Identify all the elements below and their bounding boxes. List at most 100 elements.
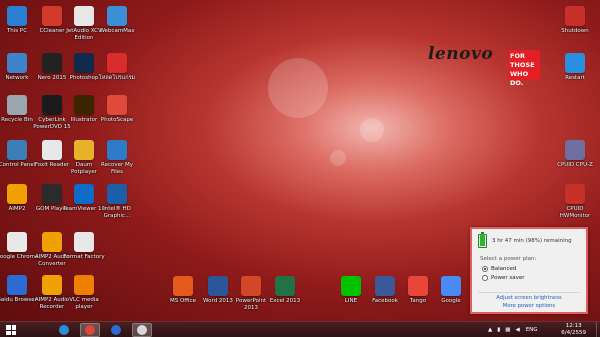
chrome-taskbar-icon xyxy=(85,325,95,335)
desktop-icon[interactable]: VLC media player xyxy=(67,275,101,310)
radio-button[interactable] xyxy=(482,266,488,272)
recycle-bin-icon xyxy=(7,95,27,115)
tango-icon xyxy=(408,276,428,296)
aimp-icon xyxy=(7,184,27,204)
clock[interactable]: 12:13 6/4/2559 xyxy=(561,323,586,337)
aimp-converter-icon xyxy=(42,232,62,252)
potplayer-icon xyxy=(74,140,94,160)
photoscape-taskbar-icon xyxy=(137,325,147,335)
baidu-taskbar-icon xyxy=(111,325,121,335)
download-program-icon xyxy=(107,53,127,73)
desktop-icon-label: VLC media player xyxy=(69,297,99,310)
desktop-icon-label: WebcamMax xyxy=(99,28,135,34)
desktop: lenovo FOR THOSE WHO DO. This PC CCleaner… xyxy=(0,0,600,321)
more-power-options-link[interactable]: More power options xyxy=(472,303,586,309)
show-desktop-button[interactable] xyxy=(596,322,600,337)
desktop-icon[interactable]: MS Office xyxy=(166,276,200,305)
desktop-icon[interactable]: JetAudio XCV Edition xyxy=(66,6,102,41)
lenovo-logo: lenovo xyxy=(428,44,494,64)
taskbar-button[interactable] xyxy=(132,323,152,337)
desktop-icon[interactable]: Restart xyxy=(558,53,592,82)
desktop-icon[interactable]: CPUID HWMonitor xyxy=(558,184,592,219)
desktop-icon[interactable]: CyberLink PowerDVD 15 xyxy=(33,95,71,130)
illustrator-icon xyxy=(74,95,94,115)
wallpaper-bokeh xyxy=(330,150,346,166)
desktop-icon[interactable]: Shutdown xyxy=(558,6,592,35)
desktop-icon-label: Format Factory xyxy=(63,254,105,260)
desktop-icon[interactable]: CPUID CPU-Z xyxy=(557,140,593,169)
desktop-icon[interactable]: AIMP2 xyxy=(0,184,34,213)
computer-icon xyxy=(7,6,27,26)
taskbar-button[interactable] xyxy=(80,323,100,337)
desktop-icon-label: CPUID CPU-Z xyxy=(557,162,593,168)
language-indicator[interactable]: ENG xyxy=(526,327,538,333)
battery-flyout: 3 hr 47 min (98%) remaining Select a pow… xyxy=(470,227,588,314)
start-button[interactable] xyxy=(6,325,16,335)
line-icon xyxy=(341,276,361,296)
desktop-icon[interactable]: This PC xyxy=(0,6,34,35)
baidu-browser-icon xyxy=(7,275,27,295)
google-icon xyxy=(441,276,461,296)
wallpaper-bokeh xyxy=(268,58,328,118)
jetaudio-icon xyxy=(74,6,94,26)
hwmonitor-icon xyxy=(565,184,585,204)
desktop-icon-label: Intel® HD Graphic... xyxy=(103,206,131,219)
desktop-icon[interactable]: PhotoScape xyxy=(100,95,134,124)
ms-office-icon xyxy=(173,276,193,296)
desktop-icon[interactable]: Network xyxy=(0,53,34,82)
desktop-icon-label: Excel 2013 xyxy=(269,298,301,304)
desktop-icon[interactable]: Google Chrome xyxy=(0,232,38,261)
cpuz-icon xyxy=(565,140,585,160)
network-tray-icon[interactable]: ▦ xyxy=(505,327,510,333)
power-plan-power-saver[interactable]: Power saver xyxy=(482,275,525,281)
desktop-icon[interactable]: Google xyxy=(434,276,468,305)
desktop-icon-label: Recover My Files xyxy=(101,162,133,175)
battery-tray-icon[interactable]: ▮ xyxy=(497,327,500,333)
power-plan-title: Select a power plan: xyxy=(480,256,537,262)
desktop-icon[interactable]: Baidu Browser xyxy=(0,275,37,304)
vlc-icon xyxy=(74,275,94,295)
internet-explorer-icon xyxy=(59,325,69,335)
radio-button[interactable] xyxy=(482,275,488,281)
desktop-icon[interactable]: Intel® HD Graphic... xyxy=(100,184,134,219)
desktop-icon[interactable]: โหลดโปรแกรม xyxy=(99,53,135,82)
control-panel-icon xyxy=(7,140,27,160)
lenovo-tagline: FOR THOSE WHO DO. xyxy=(508,50,540,87)
excel-icon xyxy=(275,276,295,296)
restart-icon xyxy=(565,53,585,73)
webcammax-icon xyxy=(107,6,127,26)
desktop-icon[interactable]: WebcamMax xyxy=(99,6,135,35)
volume-icon[interactable]: ◀ xyxy=(515,327,519,333)
photoshop-icon xyxy=(74,53,94,73)
battery-status: 3 hr 47 min (98%) remaining xyxy=(478,232,572,248)
photoscape-icon xyxy=(107,95,127,115)
desktop-icon[interactable]: Recycle Bin xyxy=(0,95,34,124)
adjust-brightness-link[interactable]: Adjust screen brightness xyxy=(472,295,586,301)
facebook-icon xyxy=(375,276,395,296)
desktop-icon[interactable]: Control Panel xyxy=(0,140,35,169)
powerdvd-icon xyxy=(42,95,62,115)
power-plan-balanced[interactable]: Balanced xyxy=(482,266,516,272)
desktop-icon[interactable]: Recover My Files xyxy=(100,140,134,175)
system-tray: ▲ ▮ ▦ ◀ ENG xyxy=(488,322,538,337)
power-plan-label: Balanced xyxy=(491,266,517,272)
desktop-icon[interactable]: Excel 2013 xyxy=(268,276,302,305)
chrome-icon xyxy=(7,232,27,252)
desktop-icon[interactable]: Format Factory xyxy=(63,232,105,261)
intel-graphics-icon xyxy=(107,184,127,204)
network-icon xyxy=(7,53,27,73)
taskbar-button[interactable] xyxy=(54,323,74,337)
windows-logo-icon xyxy=(6,325,11,330)
word-icon xyxy=(208,276,228,296)
battery-status-text: 3 hr 47 min (98%) remaining xyxy=(492,238,572,244)
ccleaner-icon xyxy=(42,6,62,26)
desktop-icon[interactable]: PowerPoint 2013 xyxy=(234,276,268,311)
desktop-icon-label: Restart xyxy=(565,75,585,81)
chevron-up-icon[interactable]: ▲ xyxy=(488,327,492,333)
desktop-icon[interactable]: AIMP2 Audio Converter xyxy=(35,232,69,267)
aimp-recorder-icon xyxy=(42,275,62,295)
battery-icon xyxy=(478,232,487,248)
taskbar-button[interactable] xyxy=(106,323,126,337)
desktop-icon-label: CPUID HWMonitor xyxy=(559,206,591,219)
gom-player-icon xyxy=(42,184,62,204)
